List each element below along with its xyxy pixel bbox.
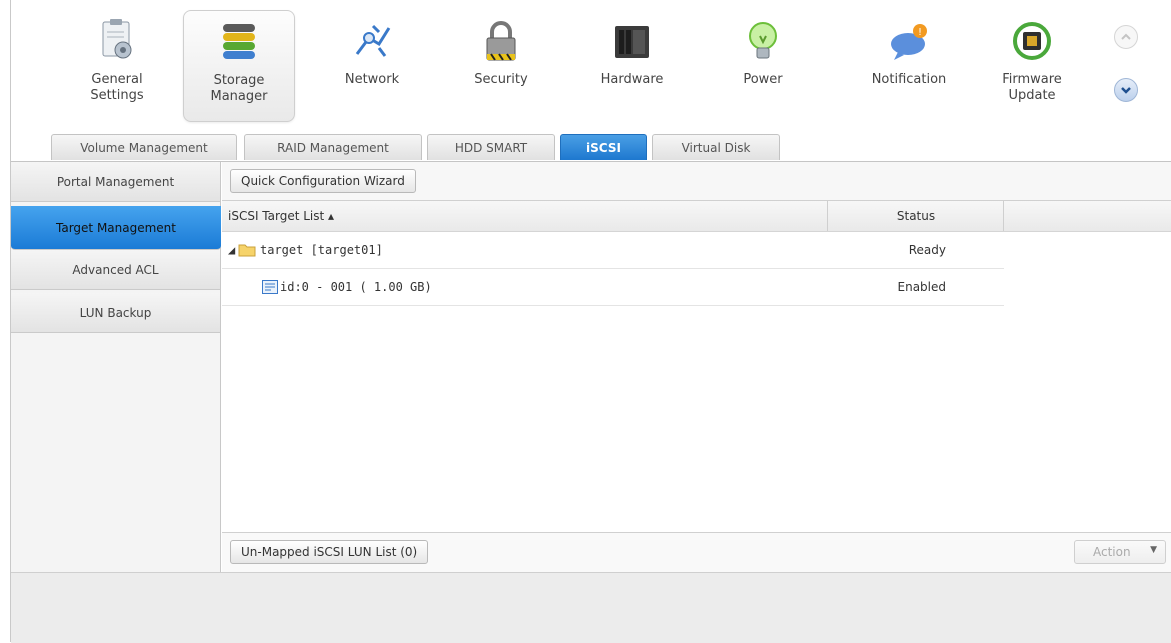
lun-status: Enabled (897, 280, 947, 294)
toolbar-storage-manager[interactable]: Storage Manager (183, 10, 295, 122)
toolbar-general-settings[interactable]: General Settings (61, 10, 173, 122)
grid-header: iSCSI Target List ▴ Status (222, 201, 1171, 232)
toolbar-power[interactable]: Power (707, 10, 819, 122)
toolbar-label: Notification (871, 72, 947, 87)
toolbar-firmware-update[interactable]: Firmware Update (976, 10, 1088, 122)
main-toolbar: Quick Configuration Wizard (222, 162, 1171, 201)
sidebar-item-advanced-acl[interactable]: Advanced ACL (11, 250, 220, 290)
folder-icon (238, 244, 256, 257)
toolbar-label: Hardware (600, 72, 664, 87)
dropdown-arrow-icon: ▼ (1150, 545, 1157, 555)
lun-icon (262, 280, 278, 294)
tab-raid-management[interactable]: RAID Management (244, 134, 422, 160)
toolbar-label: Firmware Update (1002, 72, 1062, 103)
tab-virtual-disk[interactable]: Virtual Disk (652, 134, 780, 160)
tab-bar: Volume Management RAID Management HDD SM… (11, 132, 1171, 162)
toolbar-label: General Settings (90, 72, 144, 103)
toolbar-security[interactable]: Security (445, 10, 557, 122)
lun-name: id:0 - 001 ( 1.00 GB) (280, 280, 432, 294)
column-header-status[interactable]: Status (829, 201, 1004, 231)
chevron-down-icon (1121, 87, 1131, 94)
notification-icon: ! (891, 24, 927, 60)
tab-volume-management[interactable]: Volume Management (51, 134, 237, 160)
app-window: General Settings Storage Manager Network (10, 0, 1171, 643)
table-row[interactable]: ◢ target [target01] Ready (222, 232, 1004, 269)
main-footer-bar: Un-Mapped iSCSI LUN List (0) Action ▼ (222, 532, 1171, 573)
table-row[interactable]: id:0 - 001 ( 1.00 GB) Enabled (222, 269, 1004, 306)
quick-configuration-wizard-button[interactable]: Quick Configuration Wizard (230, 169, 416, 193)
main-panel: Quick Configuration Wizard iSCSI Target … (222, 162, 1171, 573)
unmapped-lun-list-button[interactable]: Un-Mapped iSCSI LUN List (0) (230, 540, 429, 564)
sidebar-item-target-management[interactable]: Target Management (11, 206, 221, 250)
action-dropdown[interactable]: Action ▼ (1074, 540, 1166, 564)
toolbar-label: Security (474, 72, 528, 87)
lock-icon (486, 21, 516, 61)
target-status: Ready (908, 243, 946, 257)
chevron-up-icon (1121, 33, 1131, 40)
sidebar: Portal Management Target Management Adva… (11, 162, 221, 572)
svg-text:!: ! (918, 27, 922, 38)
toolbar-notification[interactable]: ! Notification (853, 10, 965, 122)
target-name: target [target01] (260, 243, 383, 257)
toolbar-hardware[interactable]: Hardware (576, 10, 688, 122)
network-icon (355, 24, 391, 57)
action-label: Action (1093, 545, 1131, 559)
expand-toggle-icon[interactable]: ◢ (228, 232, 235, 268)
scroll-up-button[interactable] (1114, 25, 1138, 49)
general-settings-icon (102, 19, 132, 59)
toolbar-label: Network (344, 72, 400, 87)
column-header-target-list[interactable]: iSCSI Target List ▴ (228, 201, 828, 231)
scroll-down-button[interactable] (1114, 78, 1138, 102)
status-footer (11, 572, 1171, 643)
sidebar-item-lun-backup[interactable]: LUN Backup (11, 293, 220, 333)
power-bulb-icon (749, 22, 777, 59)
app-toolbar: General Settings Storage Manager Network (11, 0, 1171, 132)
toolbar-label: Storage Manager (210, 73, 268, 104)
hardware-icon (615, 26, 649, 58)
firmware-chip-icon (1013, 22, 1051, 60)
tab-iscsi[interactable]: iSCSI (560, 134, 647, 160)
tab-hdd-smart[interactable]: HDD SMART (427, 134, 555, 160)
storage-manager-icon (223, 24, 255, 59)
toolbar-network[interactable]: Network (316, 10, 428, 122)
toolbar-label: Power (743, 72, 783, 87)
sidebar-item-portal-management[interactable]: Portal Management (11, 162, 220, 202)
